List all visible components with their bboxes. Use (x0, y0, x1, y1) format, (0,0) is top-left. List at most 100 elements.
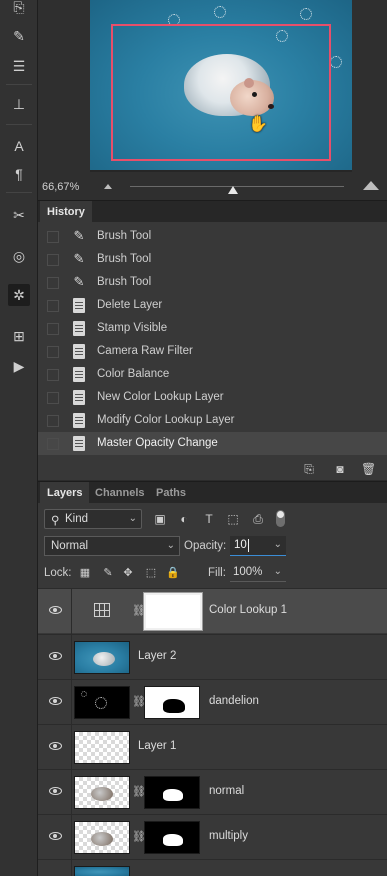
blend-mode-select[interactable]: Normal ⌄ (44, 536, 180, 556)
stamp-icon[interactable]: ⊥ (8, 93, 30, 115)
layer-name[interactable]: normal (209, 785, 244, 797)
chevron-down-icon[interactable]: ⌄ (274, 566, 282, 577)
layer-thumbnail[interactable] (74, 731, 130, 764)
eye-icon[interactable] (49, 606, 62, 614)
trash-icon[interactable]: 🗑 (361, 462, 376, 476)
chevron-down-icon[interactable]: ⌄ (274, 539, 282, 550)
history-item[interactable]: Camera Raw Filter (38, 340, 387, 363)
blend-mode-value: Normal (51, 540, 89, 552)
toolbar-divider (6, 124, 32, 125)
layer-thumbnail[interactable] (74, 686, 130, 719)
zoom-in-icon[interactable] (363, 181, 379, 190)
history-source-box[interactable] (47, 438, 59, 450)
layer-name[interactable]: dandelion (209, 695, 259, 707)
layer-row[interactable] (38, 859, 387, 876)
layer-mask-thumbnail[interactable] (144, 776, 200, 809)
tab-channels[interactable]: Channels (88, 482, 152, 504)
history-source-box[interactable] (47, 323, 59, 335)
eye-icon[interactable] (49, 832, 62, 840)
history-item[interactable]: Modify Color Lookup Layer (38, 409, 387, 432)
info-icon[interactable]: ⊞ (8, 325, 30, 347)
layer-mask-thumbnail[interactable] (144, 686, 200, 719)
brush-icon[interactable]: ✎ (8, 25, 30, 47)
tools-icon[interactable]: ✂ (8, 204, 30, 226)
history-source-box[interactable] (47, 254, 59, 266)
hedgehog-thumbnail-shape (91, 787, 113, 801)
camera-icon[interactable]: ◙ (333, 462, 347, 476)
layer-row[interactable]: Layer 1 (38, 724, 387, 770)
filter-toggle[interactable] (276, 510, 285, 527)
paragraph-icon[interactable]: ¶ (8, 163, 30, 185)
layer-name[interactable]: Layer 2 (138, 650, 176, 662)
history-source-box[interactable] (47, 346, 59, 358)
layer-name[interactable]: multiply (209, 830, 248, 842)
layer-row[interactable]: ⛓ normal (38, 769, 387, 815)
history-source-box[interactable] (47, 300, 59, 312)
history-item[interactable]: Stamp Visible (38, 317, 387, 340)
history-item-selected[interactable]: Master Opacity Change (38, 432, 387, 455)
lock-transparent-pixels-icon[interactable]: ▦ (78, 566, 92, 580)
tab-layers[interactable]: Layers (40, 482, 90, 504)
layer-mask-thumbnail[interactable] (144, 821, 200, 854)
eye-icon[interactable] (49, 787, 62, 795)
history-item[interactable]: ✎ Brush Tool (38, 271, 387, 294)
lock-all-icon[interactable]: 🔒 (166, 566, 180, 580)
fill-input[interactable]: 100% ⌄ (230, 563, 286, 582)
layer-thumbnail[interactable] (74, 821, 130, 854)
tab-paths[interactable]: Paths (149, 482, 193, 504)
history-source-box[interactable] (47, 392, 59, 404)
history-item[interactable]: ✎ Brush Tool (38, 248, 387, 271)
layer-mask-thumbnail[interactable] (143, 592, 203, 631)
history-item[interactable]: Color Balance (38, 363, 387, 386)
play-icon[interactable]: ▶ (8, 355, 30, 377)
hedgehog-thumbnail-shape (91, 832, 113, 846)
lock-image-pixels-icon[interactable]: ✎ (101, 566, 115, 580)
eye-icon[interactable] (49, 742, 62, 750)
layer-thumbnail[interactable] (74, 641, 130, 674)
history-item[interactable]: New Color Lookup Layer (38, 386, 387, 409)
new-document-from-state-icon[interactable]: ⎘ (302, 462, 316, 476)
image-filter-icon[interactable]: ▣ (152, 511, 168, 527)
layer-name[interactable]: Color Lookup 1 (209, 604, 287, 616)
eye-icon[interactable] (49, 697, 62, 705)
history-item[interactable]: ✎ Brush Tool (38, 225, 387, 248)
target-icon[interactable]: ◎ (8, 245, 30, 267)
artboard-lock-icon[interactable]: ⬚ (144, 566, 158, 580)
layer-row[interactable]: ⛓ Color Lookup 1 (38, 588, 387, 634)
layer-row[interactable]: Layer 2 (38, 634, 387, 680)
layer-thumbnail[interactable] (74, 776, 130, 809)
history-source-box[interactable] (47, 231, 59, 243)
zoom-level[interactable]: 66,67% (42, 181, 79, 193)
layer-row[interactable]: ⛓ multiply (38, 814, 387, 860)
type-filter-icon[interactable]: T (201, 511, 217, 527)
document-icon (73, 298, 85, 313)
tab-history[interactable]: History (40, 201, 92, 223)
layer-row[interactable]: ⛓ dandelion (38, 679, 387, 725)
layer-thumbnail[interactable] (74, 866, 130, 876)
zoom-slider-thumb[interactable] (228, 186, 238, 194)
document-icon (73, 321, 85, 336)
lock-position-icon[interactable]: ✥ (121, 566, 135, 580)
smart-object-filter-icon[interactable]: ⎙ (250, 511, 266, 527)
adjustment-filter-icon[interactable]: ◐ (176, 511, 192, 527)
history-source-box[interactable] (47, 277, 59, 289)
layer-filter-select[interactable]: ⚲ Kind ⌄ (44, 509, 142, 529)
divider (71, 770, 72, 815)
zoom-out-icon[interactable] (104, 184, 112, 189)
sliders-icon[interactable]: ☰ (8, 55, 30, 77)
history-brush-icon[interactable]: ⎘ (8, 0, 30, 18)
type-icon[interactable]: A (8, 135, 30, 157)
history-source-box[interactable] (47, 415, 59, 427)
navigator-view-box[interactable] (111, 24, 331, 161)
settings-icon[interactable]: ✲ (8, 284, 30, 306)
search-icon: ⚲ (51, 515, 60, 527)
opacity-value: 10 (234, 539, 247, 551)
layer-name[interactable]: Layer 1 (138, 740, 176, 752)
shape-filter-icon[interactable]: ⬚ (225, 511, 241, 527)
fill-value: 100% (233, 566, 263, 578)
eye-icon[interactable] (49, 652, 62, 660)
history-item[interactable]: Delete Layer (38, 294, 387, 317)
history-source-box[interactable] (47, 369, 59, 381)
tools-panel: ⎘ ✎ ☰ ⊥ A ¶ ✂ ◎ ✲ ⊞ ▶ (0, 0, 38, 876)
opacity-input[interactable]: 10 ⌄ (230, 536, 286, 556)
